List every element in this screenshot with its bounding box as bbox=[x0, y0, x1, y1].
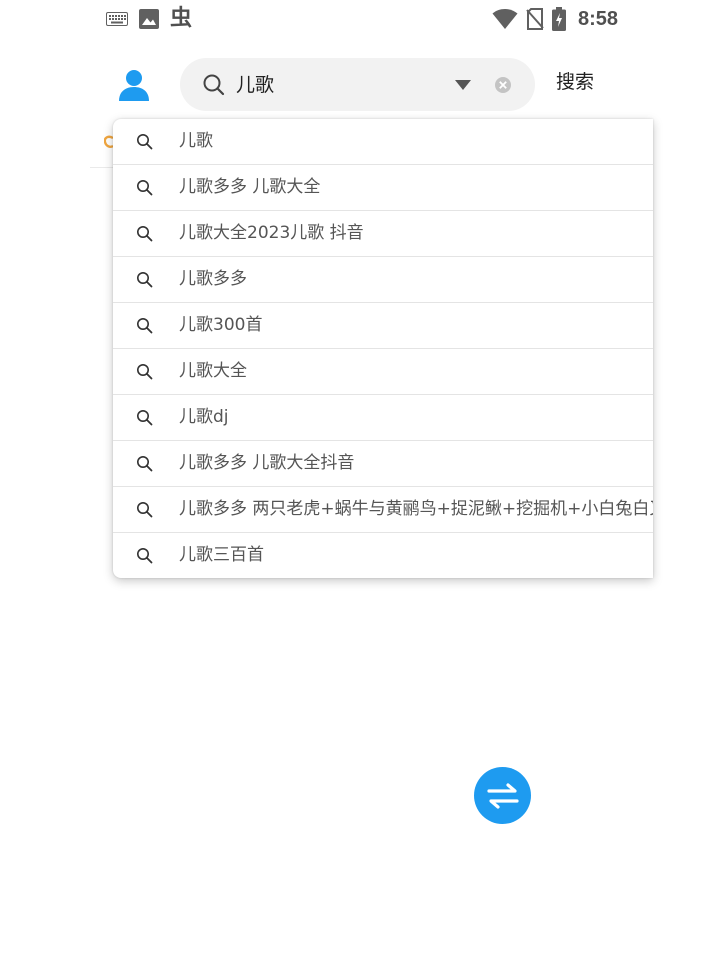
suggestion-label: 儿歌大全 bbox=[179, 361, 247, 381]
image-icon bbox=[139, 9, 159, 29]
suggestion-label: 儿歌多多 儿歌大全抖音 bbox=[179, 453, 355, 473]
search-icon bbox=[137, 502, 153, 518]
search-icon bbox=[137, 410, 153, 426]
keyboard-icon bbox=[106, 12, 128, 26]
search-icon bbox=[137, 548, 153, 564]
battery-charging-icon bbox=[551, 7, 566, 31]
suggestion-label: 儿歌dj bbox=[179, 407, 229, 427]
suggestion-item[interactable]: 儿歌大全2023儿歌 抖音 bbox=[113, 211, 653, 257]
suggestion-item[interactable]: 儿歌dj bbox=[113, 395, 653, 441]
swap-icon bbox=[486, 782, 519, 809]
dropdown-arrow-icon[interactable] bbox=[454, 79, 472, 91]
app-notification-glyph: 虫 bbox=[170, 6, 193, 31]
search-box[interactable]: 儿歌 bbox=[180, 58, 535, 111]
search-icon bbox=[137, 134, 153, 150]
suggestion-item[interactable]: 儿歌 bbox=[113, 119, 653, 165]
suggestion-list: 儿歌儿歌多多 儿歌大全儿歌大全2023儿歌 抖音 儿歌多多儿歌300首 儿歌大全儿歌… bbox=[113, 119, 653, 578]
suggestion-label: 儿歌多多 儿歌大全 bbox=[179, 177, 321, 197]
suggestion-label: 儿歌多多 两只老虎+蜗牛与黄鹂鸟+捉泥鳅+挖掘机+小白兔白又白 bbox=[179, 499, 653, 519]
search-icon bbox=[137, 318, 153, 334]
status-right: 8:58 bbox=[492, 4, 618, 34]
screen: 虫 8:58 儿歌 搜索 儿歌 儿歌多多 儿歌大全 儿歌大全2023儿歌 抖音 … bbox=[0, 0, 720, 960]
search-icon bbox=[137, 364, 153, 380]
app-window: 虫 8:58 儿歌 搜索 儿歌 儿歌多多 儿歌大全 儿歌大全2023儿歌 抖音 … bbox=[90, 0, 653, 960]
suggestion-label: 儿歌三百首 bbox=[179, 545, 264, 565]
suggestion-label: 儿歌 bbox=[179, 131, 213, 151]
search-icon bbox=[137, 456, 153, 472]
suggestion-item[interactable]: 儿歌300首 bbox=[113, 303, 653, 349]
status-bar: 虫 8:58 bbox=[90, 0, 630, 38]
suggestion-item[interactable]: 儿歌大全 bbox=[113, 349, 653, 395]
suggestion-item[interactable]: 儿歌多多 bbox=[113, 257, 653, 303]
suggestion-label: 儿歌大全2023儿歌 抖音 bbox=[179, 223, 364, 243]
status-time: 8:58 bbox=[577, 7, 618, 30]
suggestion-label: 儿歌300首 bbox=[179, 315, 263, 335]
suggestion-item[interactable]: 儿歌多多 儿歌大全抖音 bbox=[113, 441, 653, 487]
suggestion-label: 儿歌多多 bbox=[179, 269, 247, 289]
status-left: 虫 bbox=[106, 4, 192, 34]
suggestion-item[interactable]: 儿歌多多 儿歌大全 bbox=[113, 165, 653, 211]
search-icon bbox=[137, 226, 153, 242]
suggestion-item[interactable]: 儿歌多多 两只老虎+蜗牛与黄鹂鸟+捉泥鳅+挖掘机+小白兔白又白 bbox=[113, 487, 653, 533]
search-input[interactable]: 儿歌 bbox=[236, 72, 274, 98]
suggestion-item[interactable]: 儿歌三百首 bbox=[113, 533, 653, 578]
search-icon bbox=[203, 74, 225, 96]
search-icon bbox=[137, 272, 153, 288]
clear-icon[interactable] bbox=[494, 76, 512, 94]
search-button[interactable]: 搜索 bbox=[556, 69, 594, 95]
no-sim-icon bbox=[526, 8, 544, 30]
search-header: 儿歌 搜索 bbox=[90, 55, 630, 115]
search-icon bbox=[137, 180, 153, 196]
avatar-icon[interactable] bbox=[116, 67, 152, 103]
swap-button[interactable] bbox=[474, 767, 531, 824]
wifi-icon bbox=[492, 9, 518, 29]
